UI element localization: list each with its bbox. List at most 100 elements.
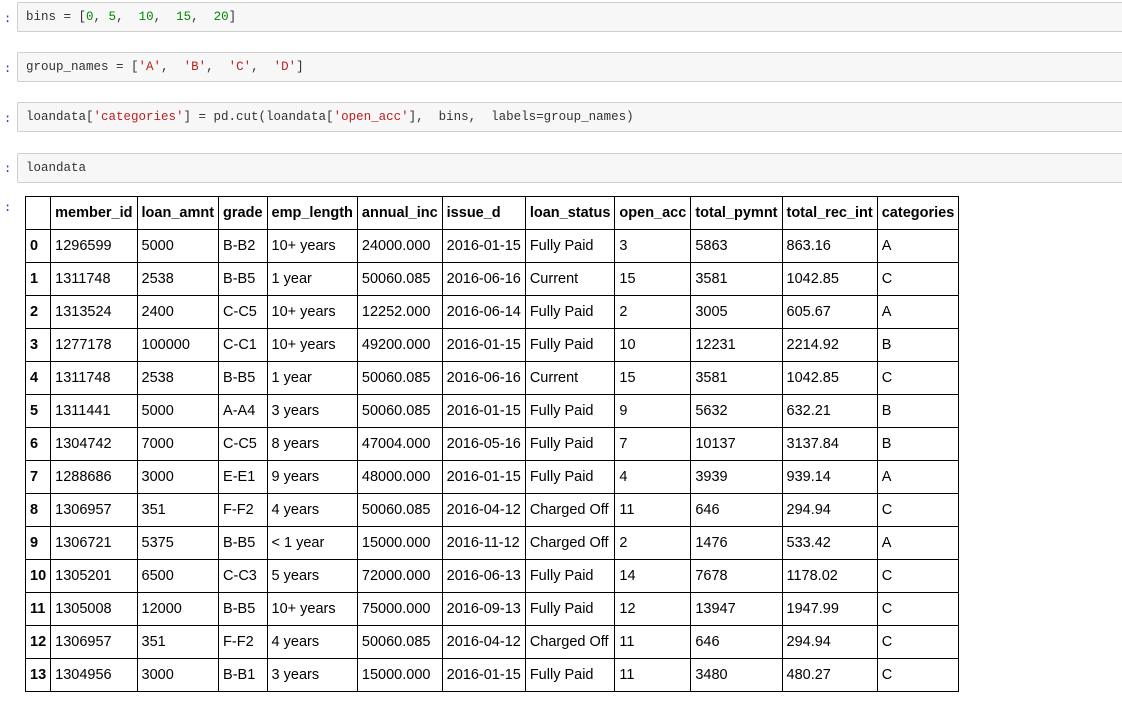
- row-index: 5: [24, 394, 52, 428]
- column-header: total_pymnt: [690, 196, 783, 230]
- table-cell: 50060.085: [356, 262, 443, 296]
- table-cell: Fully Paid: [524, 460, 616, 494]
- table-cell: 294.94: [781, 493, 878, 527]
- table-row: 5 1311441 5000 A-A4 3 years 50060.085 2016-01-…: [24, 394, 960, 428]
- table-cell: B-B2: [218, 229, 268, 263]
- table-cell: 10: [614, 328, 692, 362]
- table-cell: 100000: [136, 328, 220, 362]
- cell-prompt: :: [4, 61, 12, 75]
- table-cell: 15: [614, 361, 692, 395]
- cell-prompt: :: [4, 161, 12, 175]
- table-cell: 6500: [136, 559, 220, 593]
- table-cell: 1305201: [50, 559, 138, 593]
- table-cell: 14: [614, 559, 692, 593]
- table-cell: B-B5: [218, 592, 268, 626]
- table-cell: 2: [614, 295, 692, 329]
- table-cell: 11: [614, 625, 692, 659]
- code-token: 'open_acc': [333, 110, 409, 124]
- table-cell: 533.42: [781, 526, 878, 560]
- table-cell: Charged Off: [524, 493, 616, 527]
- table-cell: 3: [614, 229, 692, 263]
- table-cell: 9: [614, 394, 692, 428]
- table-cell: 4: [614, 460, 692, 494]
- column-header: grade: [218, 196, 268, 230]
- table-cell: C: [876, 361, 960, 395]
- table-cell: 3137.84: [781, 427, 878, 461]
- code-input-bins[interactable]: bins = [0, 5, 10, 15, 20]: [17, 2, 1122, 32]
- column-header: open_acc: [614, 196, 692, 230]
- table-cell: 2016-06-16: [441, 361, 526, 395]
- table-cell: 1313524: [50, 295, 138, 329]
- code-token: loandata[: [26, 110, 94, 124]
- table-cell: B: [876, 427, 960, 461]
- table-cell: A: [876, 295, 960, 329]
- column-header: categories: [876, 196, 960, 230]
- table-cell: 13947: [690, 592, 783, 626]
- table-cell: 2016-04-12: [441, 625, 526, 659]
- table-cell: B: [876, 394, 960, 428]
- table-cell: 7000: [136, 427, 220, 461]
- table-cell: 48000.000: [356, 460, 443, 494]
- table-cell: 10+ years: [266, 328, 358, 362]
- code-token: 0: [86, 10, 94, 24]
- table-cell: 2016-04-12: [441, 493, 526, 527]
- table-cell: 1305008: [50, 592, 138, 626]
- row-index: 7: [24, 460, 52, 494]
- table-cell: 3000: [136, 460, 220, 494]
- table-cell: 2016-01-15: [441, 328, 526, 362]
- table-cell: B-B5: [218, 262, 268, 296]
- table-cell: 9 years: [266, 460, 358, 494]
- table-row: 1 1311748 2538 B-B5 1 year 50060.085 2016-06-1…: [24, 262, 960, 296]
- table-cell: 4 years: [266, 625, 358, 659]
- output-prompt: :: [4, 200, 12, 214]
- code-token: 15: [176, 10, 192, 24]
- table-cell: A: [876, 526, 960, 560]
- code-token: 'categories': [93, 110, 184, 124]
- table-cell: C-C1: [218, 328, 268, 362]
- code-token: 'D': [273, 60, 297, 74]
- table-cell: 10+ years: [266, 295, 358, 329]
- code-token: ]: [296, 60, 304, 74]
- table-row: 3 1277178 100000 C-C1 10+ years 49200.000 2016…: [24, 328, 960, 362]
- table-row: 12 1306957 351 F-F2 4 years 50060.085 2016-04-…: [24, 625, 960, 659]
- column-header: issue_d: [441, 196, 526, 230]
- table-cell: C-C5: [218, 427, 268, 461]
- table-cell: 646: [690, 493, 783, 527]
- table-cell: 2214.92: [781, 328, 878, 362]
- table-cell: 1306721: [50, 526, 138, 560]
- table-cell: 75000.000: [356, 592, 443, 626]
- code-token: ] = pd.cut(loandata[: [183, 110, 334, 124]
- table-cell: Fully Paid: [524, 592, 616, 626]
- table-cell: F-F2: [218, 493, 268, 527]
- table-cell: 50060.085: [356, 493, 443, 527]
- table-row: 13 1304956 3000 B-B1 3 years 15000.000 2016-01…: [24, 658, 960, 692]
- table-cell: B: [876, 328, 960, 362]
- table-cell: 2016-01-15: [441, 229, 526, 263]
- table-cell: C: [876, 559, 960, 593]
- table-cell: 3939: [690, 460, 783, 494]
- table-cell: 15: [614, 262, 692, 296]
- code-input-loandata[interactable]: loandata: [17, 153, 1122, 183]
- table-cell: 2016-11-12: [441, 526, 526, 560]
- table-cell: 646: [690, 625, 783, 659]
- code-token: ,: [153, 10, 177, 24]
- table-cell: 294.94: [781, 625, 878, 659]
- code-token: ,: [251, 60, 274, 74]
- code-input-categories[interactable]: loandata['categories'] = pd.cut(loandata…: [17, 102, 1122, 132]
- code-input-group-names[interactable]: group_names = ['A', 'B', 'C', 'D']: [17, 52, 1122, 82]
- row-index: 13: [24, 658, 52, 692]
- table-cell: 2: [614, 526, 692, 560]
- table-cell: 1 year: [266, 361, 358, 395]
- table-cell: Fully Paid: [524, 295, 616, 329]
- code-token: group_names = [: [26, 60, 139, 74]
- row-index: 8: [24, 493, 52, 527]
- table-cell: 1277178: [50, 328, 138, 362]
- table-cell: Fully Paid: [524, 559, 616, 593]
- code-token: bins = [: [26, 10, 87, 24]
- row-index: 0: [24, 229, 52, 263]
- row-index: 3: [24, 328, 52, 362]
- table-row: 8 1306957 351 F-F2 4 years 50060.085 2016-04-1…: [24, 493, 960, 527]
- table-cell: B-B1: [218, 658, 268, 692]
- table-cell: 1306957: [50, 493, 138, 527]
- column-header: member_id: [50, 196, 138, 230]
